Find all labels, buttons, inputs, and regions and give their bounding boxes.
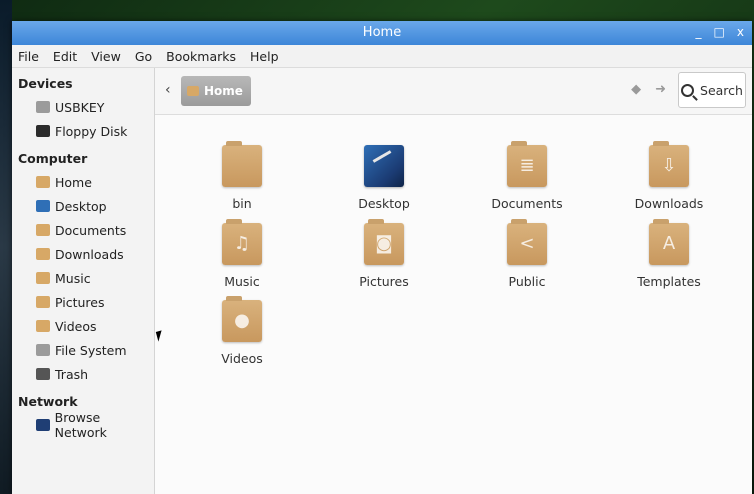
file-grid: bin Desktop ≣ Documents ⇩ Downloads ♫ Music ◙ Pic… <box>155 115 752 494</box>
file-item-label: Videos <box>221 351 263 366</box>
file-item-label: bin <box>232 196 252 211</box>
folder-icon <box>222 141 262 187</box>
drive-icon <box>36 101 50 113</box>
sidebar-section-heading: Computer <box>18 151 88 166</box>
sidebar-item-label: Pictures <box>55 294 105 310</box>
file-item-label: Public <box>508 274 546 289</box>
breadcrumb-home[interactable]: Home <box>181 76 251 106</box>
sidebar-item-label: Desktop <box>55 198 107 214</box>
sidebar-item-home[interactable]: Home <box>12 170 154 194</box>
close-button[interactable]: x <box>737 25 744 39</box>
window-controls: _ □ x <box>696 25 744 39</box>
file-item-music[interactable]: ♫ Music <box>192 219 292 289</box>
home-folder-icon <box>36 176 50 188</box>
videos-folder-icon: ● <box>222 296 262 342</box>
sidebar-item-desktop[interactable]: Desktop <box>12 194 154 218</box>
search-button[interactable]: Search <box>678 72 746 108</box>
file-item-label: Music <box>224 274 260 289</box>
file-item-label: Pictures <box>359 274 409 289</box>
back-arrow-icon[interactable]: ◆ <box>631 82 641 97</box>
sidebar-item-usbkey[interactable]: USBKEY <box>12 95 154 119</box>
sidebar-item-label: USBKEY <box>55 99 105 115</box>
videos-folder-icon <box>36 320 50 332</box>
sidebar-item-floppy-disk[interactable]: Floppy Disk <box>12 119 154 143</box>
sidebar-item-pictures[interactable]: Pictures <box>12 290 154 314</box>
sidebar-item-downloads[interactable]: Downloads <box>12 242 154 266</box>
sidebar-item-file-system[interactable]: File System <box>12 338 154 362</box>
file-item-label: Downloads <box>634 196 704 211</box>
public-folder-icon: < <box>507 219 547 265</box>
file-item-public[interactable]: < Public <box>477 219 577 289</box>
title-bar[interactable]: Home _ □ x <box>12 21 752 45</box>
sidebar-item-browse-network[interactable]: Browse Network <box>12 410 154 440</box>
floppy-icon <box>36 125 50 137</box>
sidebar-item-label: File System <box>55 342 127 358</box>
desktop-background <box>0 0 12 494</box>
forward-arrow-icon[interactable]: ➜ <box>655 82 666 97</box>
file-item-pictures[interactable]: ◙ Pictures <box>334 219 434 289</box>
sidebar-section-heading: Devices <box>18 76 73 91</box>
file-item-videos[interactable]: ● Videos <box>192 296 292 366</box>
music-folder-icon <box>36 272 50 284</box>
search-label: Search <box>700 82 743 98</box>
file-item-documents[interactable]: ≣ Documents <box>477 141 577 211</box>
desktop-icon <box>36 200 50 212</box>
file-item-label: Templates <box>637 274 701 289</box>
file-item-bin[interactable]: bin <box>192 141 292 211</box>
pictures-folder-icon: ◙ <box>364 219 404 265</box>
sidebar-item-label: Music <box>55 270 91 286</box>
sidebar-item-label: Floppy Disk <box>55 123 128 139</box>
minimize-button[interactable]: _ <box>696 25 702 39</box>
menu-edit[interactable]: Edit <box>53 49 85 64</box>
menu-bookmarks[interactable]: Bookmarks <box>166 49 244 64</box>
menu-view[interactable]: View <box>91 49 129 64</box>
network-icon <box>36 419 50 431</box>
sidebar-item-label: Videos <box>55 318 97 334</box>
sidebar-item-label: Home <box>55 174 92 190</box>
breadcrumb-label: Home <box>204 84 243 98</box>
search-icon <box>681 83 695 97</box>
main-pane: ‹ Home ◆ ➜ Search bin Desktop ≣ Documents ⇩ D… <box>155 68 752 494</box>
sidebar-item-label: Trash <box>55 366 89 382</box>
music-folder-icon: ♫ <box>222 219 262 265</box>
places-sidebar: Devices USBKEY Floppy Disk Computer Home Desk… <box>12 68 155 494</box>
menu-help[interactable]: Help <box>250 49 287 64</box>
desktop-icon <box>364 145 404 187</box>
sidebar-item-label: Documents <box>55 222 127 238</box>
downloads-folder-icon: ⇩ <box>649 141 689 187</box>
file-item-downloads[interactable]: ⇩ Downloads <box>619 141 719 211</box>
history-nav: ◆ ➜ <box>631 82 666 97</box>
file-item-label: Desktop <box>358 196 410 211</box>
trash-icon <box>36 368 50 380</box>
documents-folder-icon <box>36 224 50 236</box>
pictures-folder-icon <box>36 296 50 308</box>
sidebar-section-heading: Network <box>18 394 78 409</box>
filesystem-icon <box>36 344 50 356</box>
menu-bar: File Edit View Go Bookmarks Help <box>12 45 752 68</box>
back-chevron-icon[interactable]: ‹ <box>165 82 171 98</box>
window-title: Home <box>362 25 402 40</box>
sidebar-item-music[interactable]: Music <box>12 266 154 290</box>
file-item-desktop[interactable]: Desktop <box>334 145 434 211</box>
home-folder-icon <box>187 86 199 96</box>
sidebar-item-trash[interactable]: Trash <box>12 362 154 386</box>
location-toolbar: ‹ Home ◆ ➜ Search <box>155 68 752 115</box>
sidebar-item-label: Downloads <box>55 246 124 262</box>
documents-folder-icon: ≣ <box>507 141 547 187</box>
menu-go[interactable]: Go <box>135 49 160 64</box>
sidebar-item-label: Browse Network <box>54 410 107 440</box>
file-item-label: Documents <box>491 196 563 211</box>
sidebar-item-documents[interactable]: Documents <box>12 218 154 242</box>
sidebar-item-videos[interactable]: Videos <box>12 314 154 338</box>
file-item-templates[interactable]: A Templates <box>619 219 719 289</box>
templates-folder-icon: A <box>649 219 689 265</box>
file-manager-window: Home _ □ x File Edit View Go Bookmarks H… <box>12 21 752 494</box>
downloads-folder-icon <box>36 248 50 260</box>
menu-file[interactable]: File <box>18 49 47 64</box>
maximize-button[interactable]: □ <box>714 25 725 39</box>
